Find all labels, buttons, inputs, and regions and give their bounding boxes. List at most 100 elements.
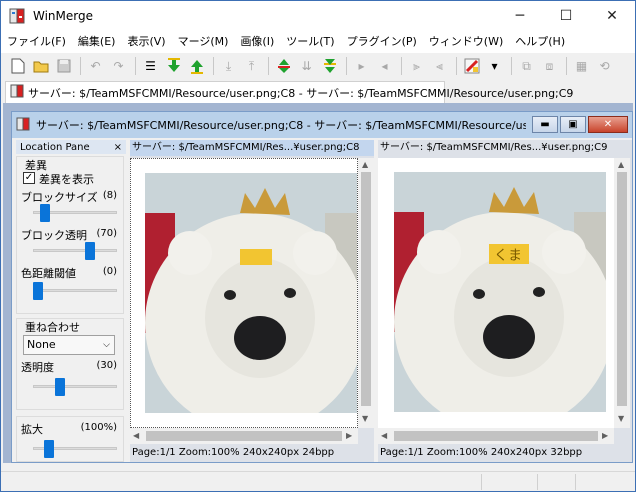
copy-all-right-icon[interactable]: ▸ (351, 56, 372, 77)
menu-file[interactable]: ファイル(F) (1, 31, 72, 53)
menu-tools[interactable]: ツール(T) (280, 31, 340, 53)
zoom-group: 拡大 (100%) (16, 416, 124, 462)
document-tab[interactable]: サーバー: $/TeamMSFCMMI/Resource/user.png;C8… (5, 81, 573, 103)
maximize-button[interactable]: ☐ (543, 1, 589, 31)
left-hscroll-thumb[interactable] (146, 431, 342, 441)
show-diff-label: 差異を表示 (39, 173, 94, 186)
zoom-slider[interactable] (44, 440, 55, 458)
compare-window-title: サーバー: $/TeamMSFCMMI/Resource/user.png;C8… (36, 119, 526, 132)
tile-icon[interactable]: ⧉ (516, 56, 537, 77)
colors-icon[interactable] (461, 56, 482, 77)
winmerge-window: WinMerge ─ ☐ ✕ ファイル(F) 編集(E) 表示(V) マージ(M… (0, 0, 636, 492)
collapse-icon[interactable]: ⫷ (429, 56, 450, 77)
overlay-group: 重ね合わせ None ⌵ 透明度 (30) (16, 318, 124, 410)
copy-left-icon[interactable] (319, 56, 340, 77)
menu-image[interactable]: 画像(I) (234, 31, 280, 53)
bear-photo-right: くま (394, 172, 606, 412)
dropdown-icon[interactable]: ▾ (484, 56, 505, 77)
left-image-pane[interactable]: サーバー: $/TeamMSFCMMI/Res...¥user.png;C8 ▲… (130, 140, 374, 462)
sync-icon[interactable]: ⟲ (594, 56, 615, 77)
window-title: WinMerge (33, 9, 93, 23)
child-minimize-button[interactable]: ▬ (532, 116, 558, 133)
status-cell (481, 474, 537, 490)
undo-icon[interactable]: ↶ (85, 56, 106, 77)
block-size-slider[interactable] (40, 204, 51, 222)
scroll-right-icon[interactable]: ▶ (602, 431, 608, 440)
menu-plugins[interactable]: プラグイン(P) (341, 31, 423, 53)
left-pane-header: サーバー: $/TeamMSFCMMI/Res...¥user.png;C8 (130, 140, 374, 156)
compare-window-icon (16, 117, 30, 134)
save-icon[interactable] (53, 56, 74, 77)
mdi-client-area: サーバー: $/TeamMSFCMMI/Resource/user.png;C8… (3, 103, 633, 463)
copy-all-left-icon[interactable]: ◂ (374, 56, 395, 77)
menu-edit[interactable]: 編集(E) (72, 31, 122, 53)
child-close-button[interactable]: ✕ (588, 116, 628, 133)
right-horizontal-scrollbar[interactable]: ◀ ▶ (378, 428, 614, 444)
left-horizontal-scrollbar[interactable]: ◀ ▶ (130, 428, 358, 444)
overlay-alpha-track (33, 385, 117, 388)
block-alpha-label: ブロック透明 (21, 229, 87, 242)
color-threshold-value: (0) (102, 266, 117, 277)
right-vscroll-thumb[interactable] (617, 172, 627, 406)
scroll-up-icon[interactable]: ▲ (618, 160, 624, 169)
overlay-alpha-slider[interactable] (55, 378, 66, 396)
status-cell (575, 474, 633, 490)
minimize-button[interactable]: ─ (497, 1, 543, 31)
location-pane-title: Location Pane (20, 141, 90, 153)
options-icon[interactable]: ☰ (140, 56, 161, 77)
prev-diff-icon[interactable] (186, 56, 207, 77)
right-vertical-scrollbar[interactable]: ▲ ▼ (614, 158, 630, 428)
last-diff-icon[interactable]: ⤒ (241, 56, 262, 77)
next-diff-icon[interactable] (163, 56, 184, 77)
new-icon[interactable] (7, 56, 28, 77)
menu-view[interactable]: 表示(V) (121, 31, 171, 53)
left-image-area[interactable] (130, 158, 358, 428)
toolbar-separator (346, 57, 347, 75)
toolbar-separator (401, 57, 402, 75)
menu-merge[interactable]: マージ(M) (172, 31, 235, 53)
toolbar-separator (80, 57, 81, 75)
right-image-pane[interactable]: サーバー: $/TeamMSFCMMI/Res...¥user.png;C9 く… (378, 140, 632, 462)
location-pane: Location Pane × 差異 ✓ 差異を表示 ブロックサイズ (8) ブ… (14, 140, 126, 462)
chevron-down-icon: ⌵ (103, 340, 110, 350)
scroll-up-icon[interactable]: ▲ (362, 160, 368, 169)
expand-icon[interactable]: ⫸ (406, 56, 427, 77)
toolbar-separator (213, 57, 214, 75)
scroll-down-icon[interactable]: ▼ (362, 414, 368, 423)
left-vertical-scrollbar[interactable]: ▲ ▼ (358, 158, 374, 428)
status-cell (537, 474, 575, 490)
toolbar-separator (135, 57, 136, 75)
color-threshold-label: 色距離閾値 (21, 267, 76, 280)
block-alpha-slider[interactable] (84, 242, 95, 260)
menu-help[interactable]: ヘルプ(H) (509, 31, 571, 53)
grid-icon[interactable]: ▦ (571, 56, 592, 77)
location-pane-close-icon[interactable]: × (114, 142, 122, 153)
show-diff-checkbox[interactable]: ✓ (23, 172, 35, 184)
close-button[interactable]: ✕ (589, 1, 635, 31)
refresh-icon[interactable]: ⧈ (539, 56, 560, 77)
color-threshold-slider[interactable] (33, 282, 43, 300)
scroll-left-icon[interactable]: ◀ (381, 431, 387, 440)
copy-right-icon[interactable]: ⇊ (296, 56, 317, 77)
left-vscroll-thumb[interactable] (361, 172, 371, 406)
status-bar (1, 471, 635, 491)
winmerge-app-icon (9, 8, 25, 24)
right-pane-status: Page:1/1 Zoom:100% 240x240px 32bpp (380, 447, 583, 458)
open-icon[interactable] (30, 56, 51, 77)
overlay-group-label: 重ね合わせ (25, 321, 80, 334)
first-diff-icon[interactable]: ⤓ (218, 56, 239, 77)
toolbar-separator (268, 57, 269, 75)
title-bar: WinMerge ─ ☐ ✕ (1, 1, 635, 31)
right-hscroll-thumb[interactable] (394, 431, 598, 441)
redo-icon[interactable]: ↷ (108, 56, 129, 77)
toolbar-separator (456, 57, 457, 75)
scroll-left-icon[interactable]: ◀ (133, 431, 139, 440)
overlay-mode-select[interactable]: None ⌵ (23, 335, 115, 355)
right-image-area[interactable]: くま (378, 158, 614, 428)
child-restore-button[interactable]: ▣ (560, 116, 586, 133)
scroll-down-icon[interactable]: ▼ (618, 414, 624, 423)
menu-window[interactable]: ウィンドウ(W) (423, 31, 509, 53)
block-alpha-value: (70) (96, 228, 117, 239)
scroll-right-icon[interactable]: ▶ (346, 431, 352, 440)
current-diff-icon[interactable] (273, 56, 294, 77)
